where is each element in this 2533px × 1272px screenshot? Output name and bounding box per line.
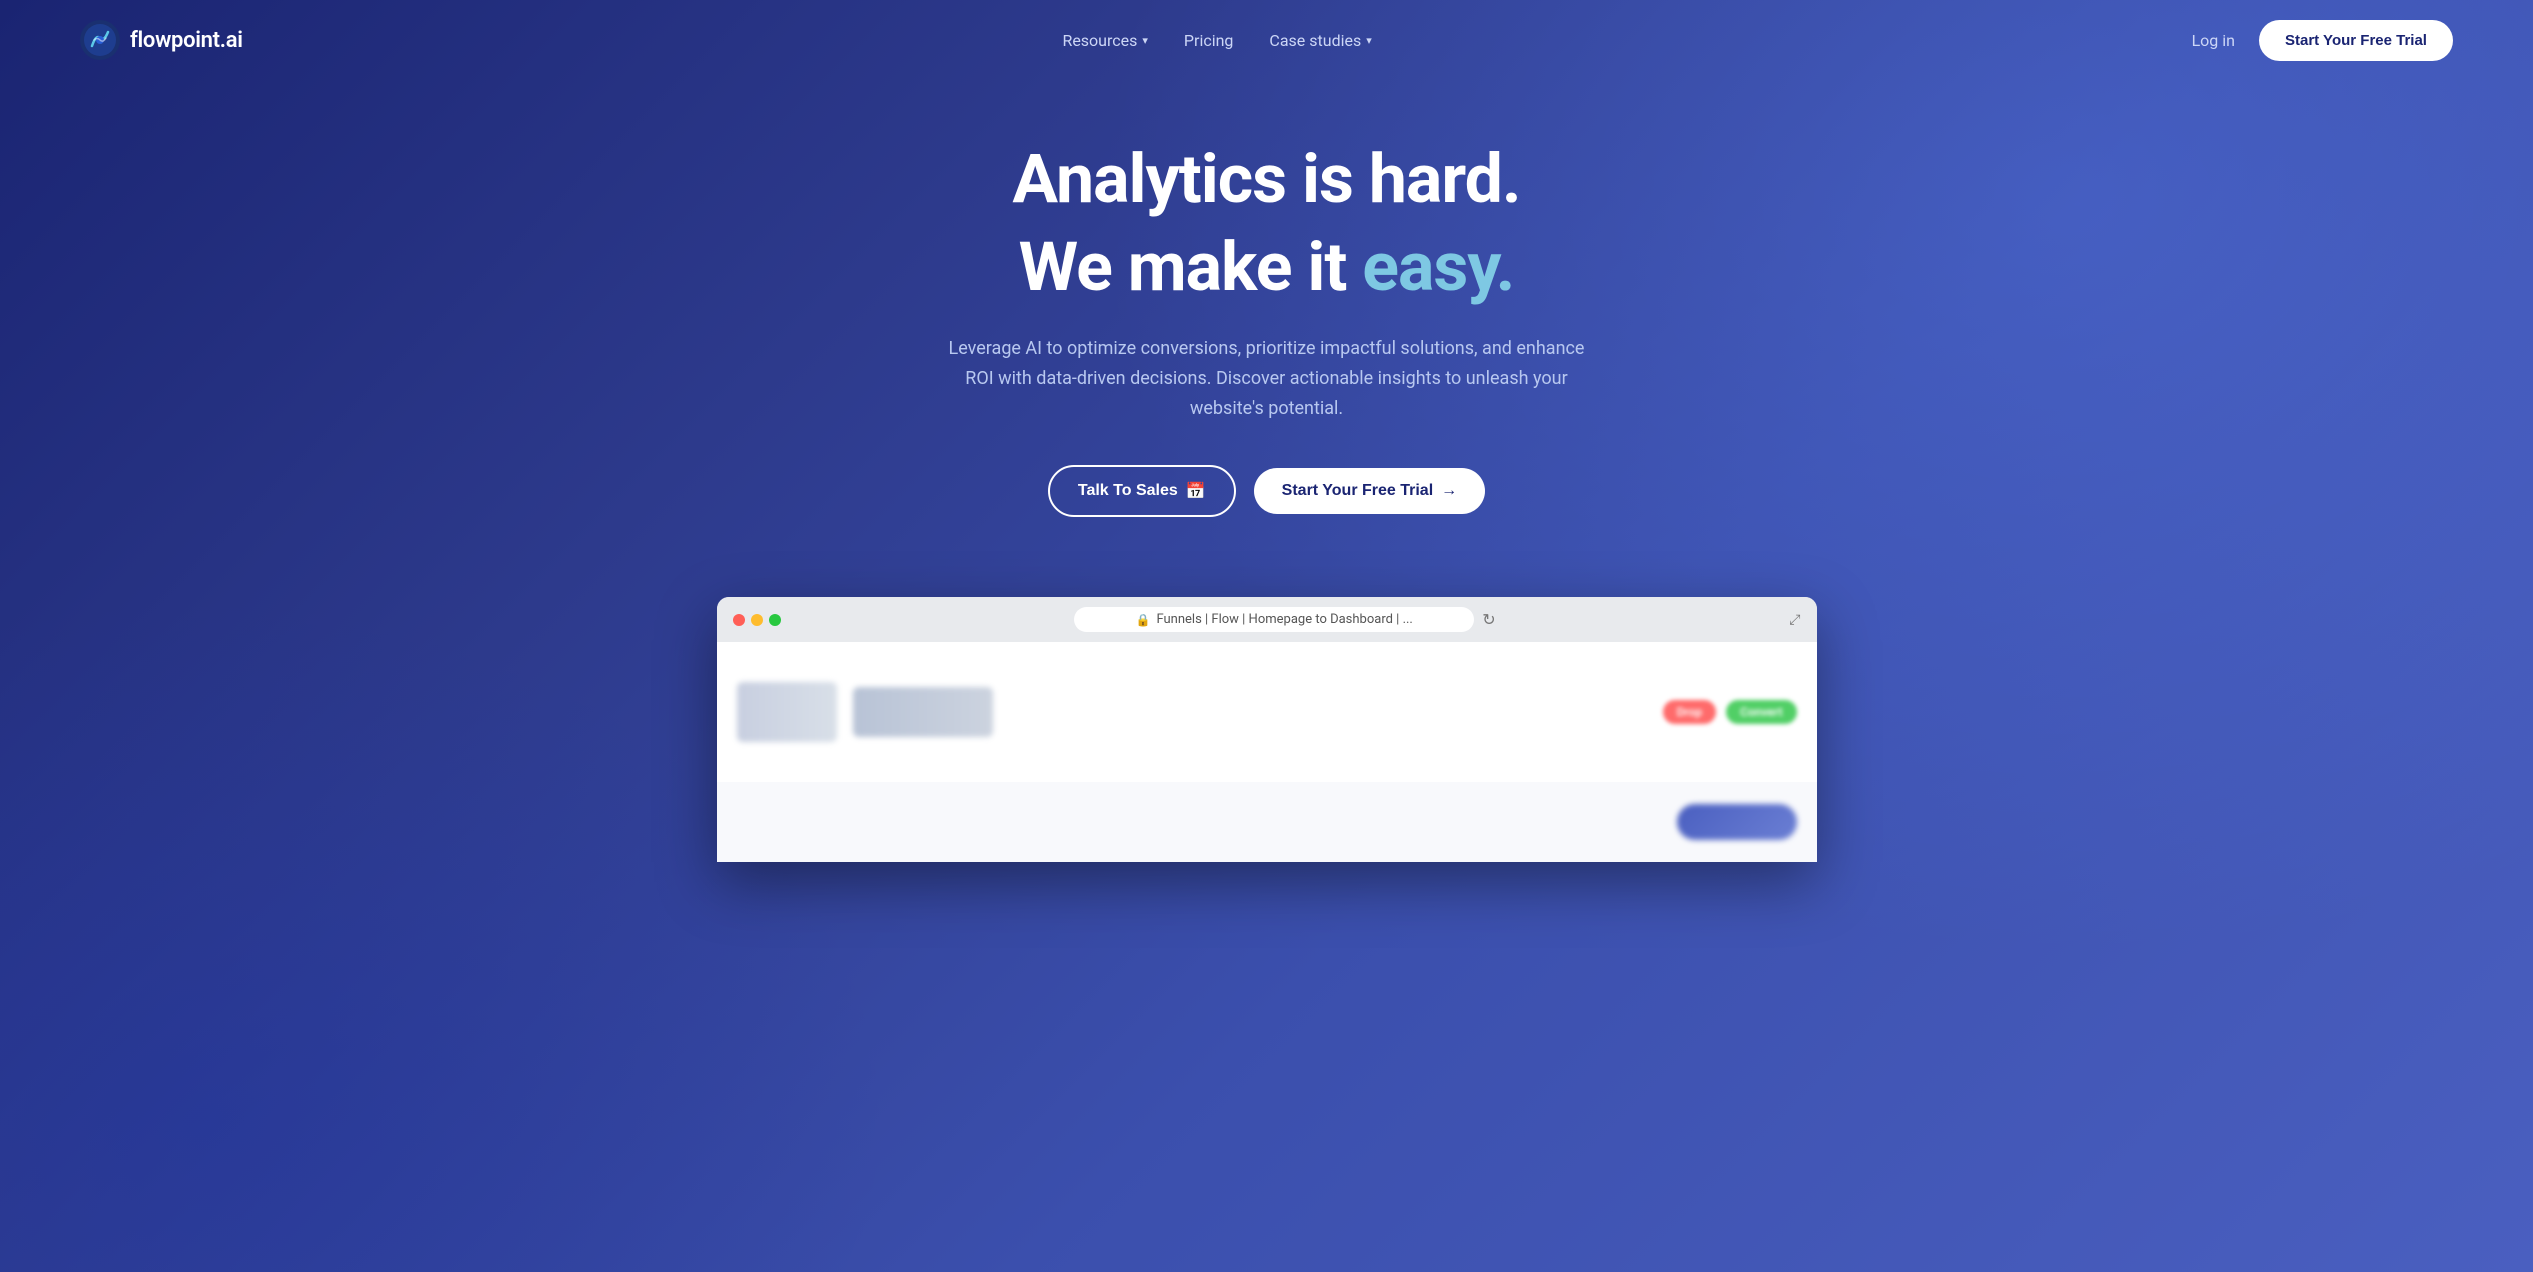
navbar: flowpoint.ai Resources ▾ Pricing Case st… (0, 0, 2533, 80)
browser-content-right: Drop Convert (1663, 700, 1797, 724)
browser-address-bar-container: 🔒 Funnels | Flow | Homepage to Dashboard… (793, 607, 1778, 632)
reload-icon[interactable]: ↻ (1482, 610, 1495, 629)
nav-trial-button[interactable]: Start Your Free Trial (2259, 20, 2453, 61)
tag-green: Convert (1726, 700, 1796, 724)
hero-subtitle: Leverage AI to optimize conversions, pri… (947, 334, 1587, 423)
logo-link[interactable]: flowpoint.ai (80, 20, 243, 60)
nav-cta: Log in Start Your Free Trial (2192, 20, 2453, 61)
hero-title-highlight: easy. (1362, 227, 1514, 307)
chevron-down-icon: ▾ (1142, 34, 1148, 47)
talk-to-sales-button[interactable]: Talk To Sales 📅 (1048, 465, 1236, 517)
address-bar-text: Funnels | Flow | Homepage to Dashboard |… (1156, 612, 1412, 627)
browser-mockup-wrapper: 🔒 Funnels | Flow | Homepage to Dashboard… (0, 557, 2533, 862)
browser-content-blur-mid (853, 687, 993, 737)
hero-buttons: Talk To Sales 📅 Start Your Free Trial → (1048, 465, 1485, 517)
bottom-blur-pill (1677, 804, 1797, 840)
window-maximize-dot (769, 614, 781, 626)
calendar-icon: 📅 (1186, 481, 1206, 501)
logo-icon (80, 20, 120, 60)
tag-red: Drop (1663, 700, 1717, 724)
window-close-dot (733, 614, 745, 626)
arrow-right-icon: → (1441, 482, 1457, 500)
hero-title-line1: Analytics is hard. (1012, 140, 1520, 218)
browser-content-blur-left (737, 682, 837, 742)
browser-mockup: 🔒 Funnels | Flow | Homepage to Dashboard… (717, 597, 1817, 862)
nav-case-studies[interactable]: Case studies ▾ (1269, 31, 1371, 50)
browser-window-controls (733, 614, 781, 626)
hero-trial-button[interactable]: Start Your Free Trial → (1254, 468, 1485, 514)
browser-content: Drop Convert (717, 642, 1817, 782)
nav-resources[interactable]: Resources ▾ (1062, 31, 1147, 50)
nav-pricing[interactable]: Pricing (1184, 31, 1234, 50)
expand-icon[interactable]: ⤢ (1789, 612, 1800, 628)
nav-links: Resources ▾ Pricing Case studies ▾ (1062, 31, 1371, 50)
login-link[interactable]: Log in (2192, 31, 2235, 50)
hero-section: Analytics is hard. We make it easy. Leve… (0, 80, 2533, 557)
lock-icon: 🔒 (1135, 613, 1150, 627)
window-minimize-dot (751, 614, 763, 626)
chevron-down-icon-2: ▾ (1366, 34, 1372, 47)
address-bar[interactable]: 🔒 Funnels | Flow | Homepage to Dashboard… (1074, 607, 1474, 632)
logo-text: flowpoint.ai (130, 28, 243, 53)
hero-title-line2: We make it easy. (1019, 228, 1515, 306)
browser-toolbar: 🔒 Funnels | Flow | Homepage to Dashboard… (717, 597, 1817, 642)
browser-bottom-content (717, 782, 1817, 862)
